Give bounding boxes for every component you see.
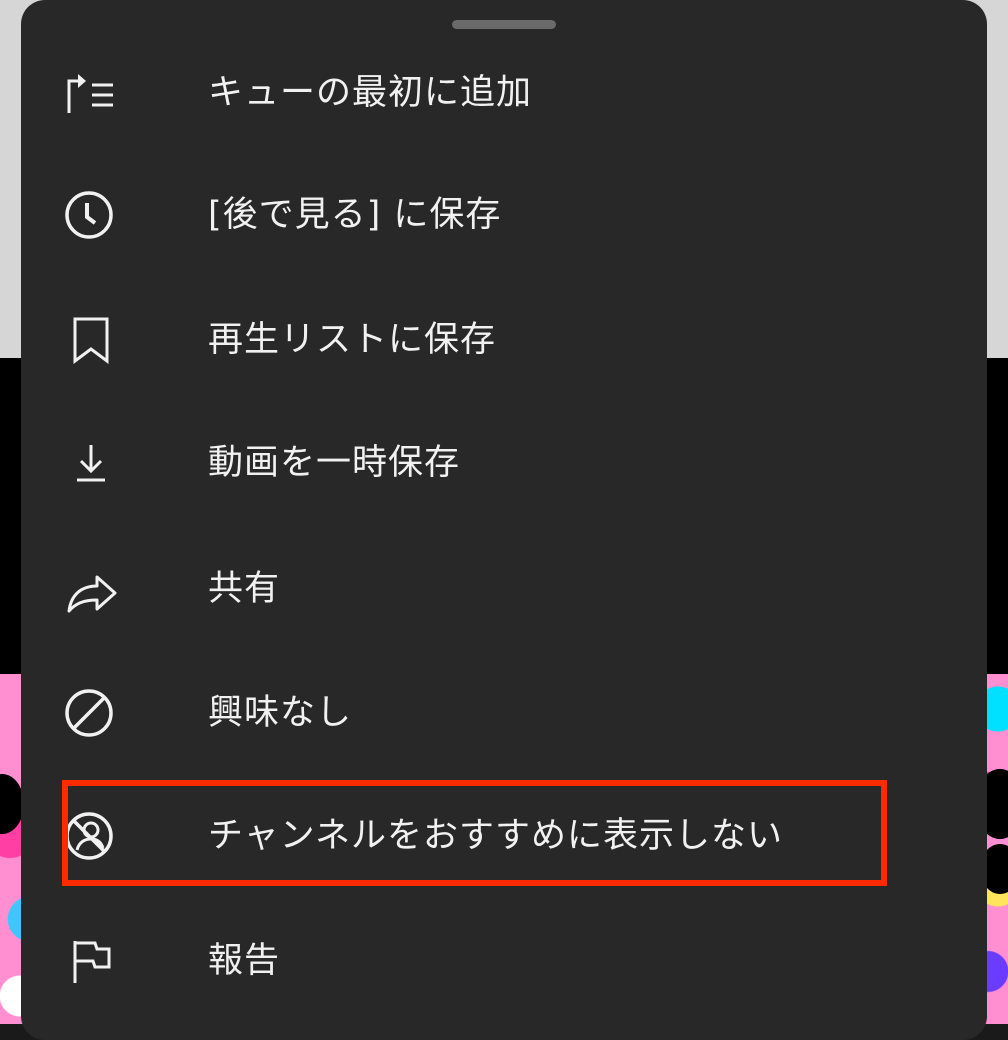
bookmark-icon <box>61 310 121 370</box>
not-interested-icon <box>61 683 121 743</box>
menu-item-label: チャンネルをおすすめに表示しない <box>208 816 783 856</box>
play-next-queue-icon <box>61 63 121 123</box>
menu-item-share[interactable]: 共有 <box>21 534 987 644</box>
menu-item-play-next[interactable]: キューの最初に追加 <box>21 38 987 148</box>
menu-item-watch-later[interactable]: [後で見る] に保存 <box>21 160 987 270</box>
menu-item-label: 動画を一時保存 <box>208 443 461 483</box>
menu-item-label: [後で見る] に保存 <box>208 195 502 235</box>
menu-item-download[interactable]: 動画を一時保存 <box>21 408 987 518</box>
menu-item-not-interested[interactable]: 興味なし <box>21 658 987 768</box>
flag-icon <box>61 931 121 991</box>
menu-item-label: 共有 <box>208 569 281 609</box>
menu-item-label: 報告 <box>208 941 281 981</box>
menu-item-label: 再生リストに保存 <box>208 320 497 360</box>
menu-item-label: キューの最初に追加 <box>208 73 533 113</box>
menu-item-save-playlist[interactable]: 再生リストに保存 <box>21 285 987 395</box>
menu-item-report[interactable]: 報告 <box>21 906 987 1016</box>
share-icon <box>61 559 121 619</box>
block-channel-icon <box>61 806 121 866</box>
clock-icon <box>61 185 121 245</box>
action-bottom-sheet: キューの最初に追加 [後で見る] に保存 再生リストに保存 動画を一時保存 共有… <box>21 0 987 1040</box>
menu-item-label: 興味なし <box>208 693 353 733</box>
drag-handle[interactable] <box>452 20 556 29</box>
download-icon <box>61 433 121 493</box>
menu-item-dont-recommend-channel[interactable]: チャンネルをおすすめに表示しない <box>21 781 987 891</box>
